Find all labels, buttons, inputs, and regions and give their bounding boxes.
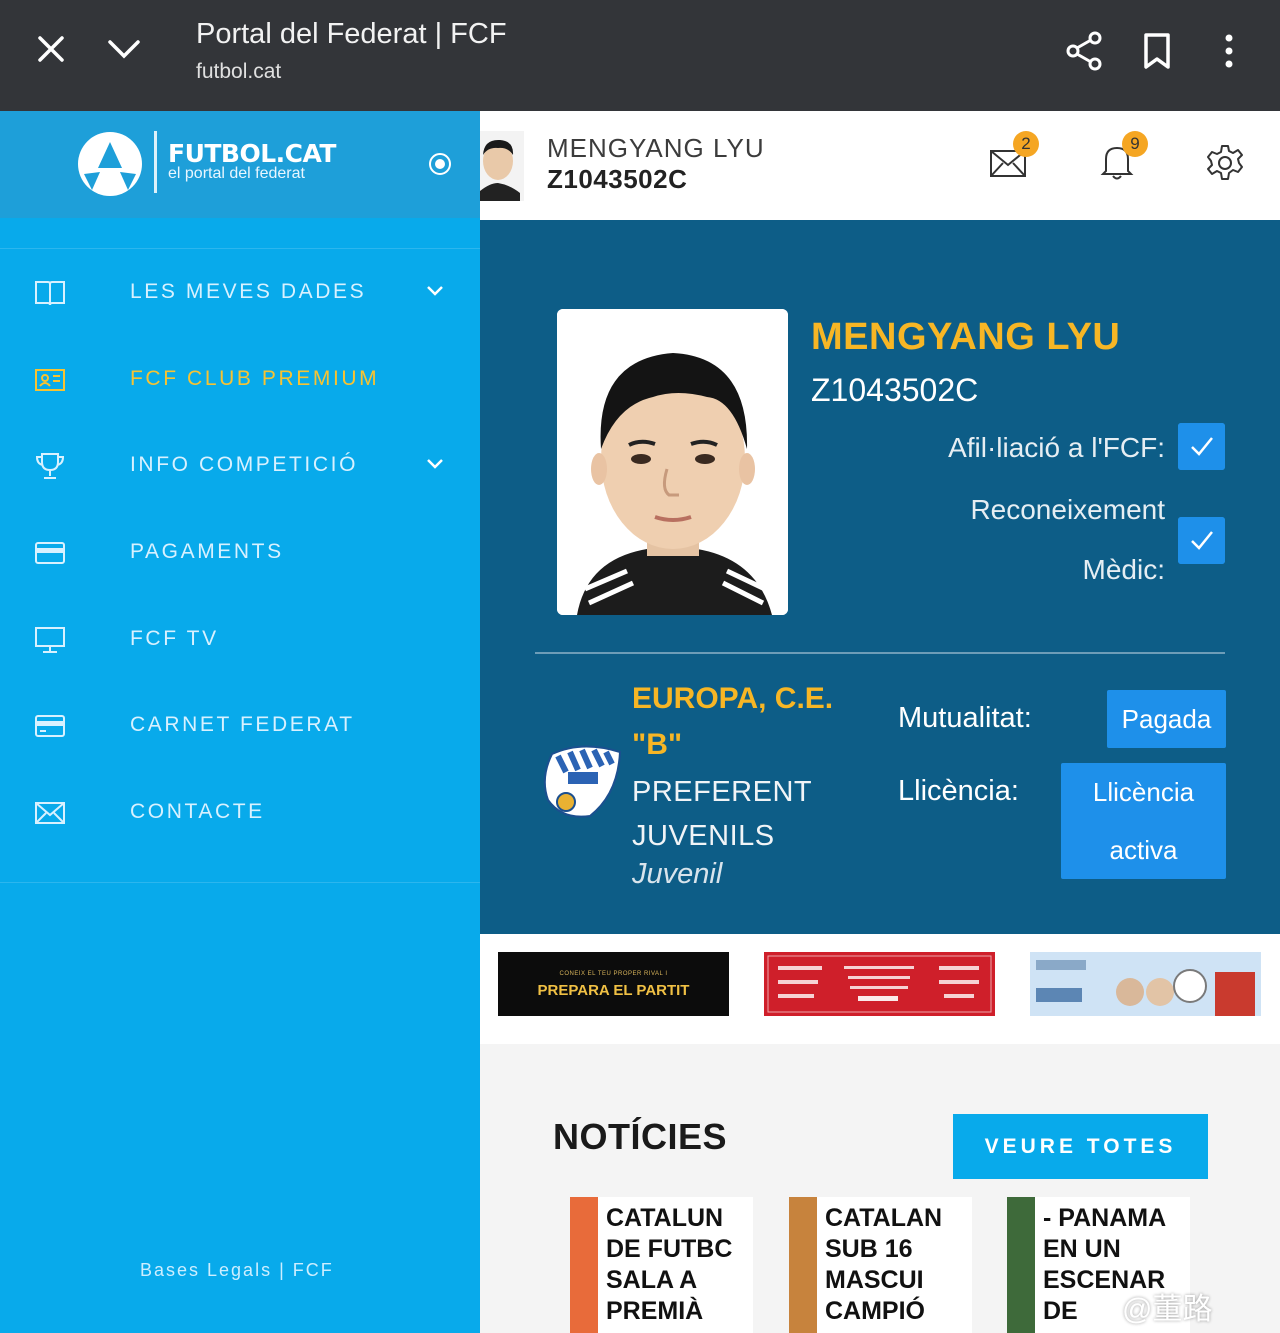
player-photo — [557, 309, 788, 615]
avatar[interactable] — [480, 131, 524, 201]
news-card-line: EN UN — [1043, 1235, 1121, 1263]
category-line2: JUVENILS — [632, 820, 775, 852]
news-card-text: CATALUN DE FUTBC SALA A PREMIÀ — [598, 1197, 753, 1333]
legal-link[interactable]: Bases Legals | FCF — [140, 1260, 334, 1281]
credit-card-icon — [35, 542, 65, 565]
football-logo-icon[interactable] — [78, 132, 142, 196]
bookmark-icon[interactable] — [1140, 30, 1174, 72]
gear-icon[interactable] — [1205, 143, 1245, 183]
category: PREFERENT JUVENILS — [632, 770, 812, 858]
more-menu-icon[interactable] — [1216, 30, 1242, 72]
sidebar-item-contacte[interactable]: CONTACTE — [0, 769, 480, 856]
watermark: @董路 — [1122, 1293, 1213, 1326]
book-icon — [35, 281, 65, 306]
player-id: Z1043502C — [811, 372, 979, 408]
logo-divider — [154, 131, 157, 193]
news-title: NOTÍCIES — [553, 1116, 728, 1157]
chevron-down-icon[interactable] — [104, 34, 144, 66]
sidebar-item-label: LES MEVES DADES — [130, 280, 367, 303]
monitor-icon — [35, 626, 65, 653]
mail-count-badge: 2 — [1013, 131, 1039, 157]
llicencia-status-button[interactable]: Llicència activa — [1061, 763, 1226, 879]
club-name-line2: "B" — [632, 728, 683, 761]
mutualitat-label: Mutualitat: — [898, 702, 1032, 734]
news-card-text: CATALAN SUB 16 MASCUI CAMPIÓ — [817, 1197, 972, 1333]
category-line1: PREFERENT — [632, 776, 813, 808]
brand-bar: FUTBOL.CAT el portal del federat — [0, 111, 480, 218]
news-card-line: DE FUTBC — [606, 1235, 733, 1263]
card-icon — [35, 715, 65, 738]
trophy-icon — [35, 453, 65, 480]
medic-label: Mèdic: — [1082, 554, 1165, 585]
close-icon[interactable] — [32, 30, 70, 68]
news-card-line: CAMPIÓ — [825, 1297, 925, 1325]
sidebar-item-label: FCF TV — [130, 626, 219, 650]
news-card-line: SALA A — [606, 1266, 698, 1294]
target-icon[interactable] — [428, 152, 452, 176]
llicencia-label: Llicència: — [898, 775, 1019, 807]
sidebar-item-label: INFO COMPETICIÓ — [130, 453, 358, 477]
reconeixement-label: Reconeixement — [970, 494, 1165, 525]
mail-icon — [35, 802, 65, 825]
news-card[interactable]: CATALUN DE FUTBC SALA A PREMIÀ — [570, 1197, 753, 1333]
mutualitat-status-button[interactable]: Pagada — [1107, 690, 1226, 748]
chevron-down-icon[interactable] — [426, 458, 444, 470]
card-divider — [535, 652, 1225, 654]
sidebar-item-fcf-club-premium[interactable]: FCF CLUB PREMIUM — [0, 336, 480, 423]
sidebar-item-info-competicio[interactable]: INFO COMPETICIÓ — [0, 422, 480, 509]
chevron-down-icon[interactable] — [426, 285, 444, 297]
afiliacio-label: Afil·liació a l'FCF: — [948, 432, 1165, 463]
sidebar-nav: LES MEVES DADES FCF CLUB PREMIUM INFO CO… — [0, 248, 480, 883]
category-type: Juvenil — [632, 858, 723, 890]
news-card-line: MASCUI — [825, 1266, 924, 1294]
sidebar-item-label: FCF CLUB PREMIUM — [130, 366, 380, 390]
sidebar-item-label: CARNET FEDERAT — [130, 713, 355, 737]
ad-sponsors-banner[interactable] — [764, 952, 995, 1016]
page-title: Portal del Federat | FCF — [196, 18, 507, 50]
logo-subtitle: el portal del federat — [168, 165, 305, 182]
ad-banners: CONEIX EL TEU PROPER RIVAL I PREPARA EL … — [480, 934, 1280, 1044]
afiliacio-check-icon — [1178, 423, 1225, 470]
player-name: MENGYANG LYU — [811, 316, 1121, 358]
see-all-news-button[interactable]: VEURE TOTES — [953, 1114, 1208, 1179]
federat-card: MENGYANG LYU Z1043502C Afil·liació a l'F… — [480, 220, 1280, 934]
sidebar-item-carnet-federat[interactable]: CARNET FEDERAT — [0, 682, 480, 769]
page-url: futbol.cat — [196, 60, 282, 83]
sidebar-item-label: PAGAMENTS — [130, 540, 284, 564]
news-card-line: CATALAN — [825, 1204, 943, 1232]
user-id: Z1043502C — [547, 164, 688, 194]
club-name: EUROPA, C.E. "B" — [632, 676, 833, 768]
news-card[interactable]: CATALAN SUB 16 MASCUI CAMPIÓ — [789, 1197, 972, 1333]
user-header: MENGYANG LYU Z1043502C 2 9 — [480, 111, 1280, 220]
sidebar: FUTBOL.CAT el portal del federat LES MEV… — [0, 111, 480, 1333]
user-name: MENGYANG LYU — [547, 133, 765, 163]
ad-small-text: CONEIX EL TEU PROPER RIVAL I — [559, 971, 668, 977]
logo-title: FUTBOL.CAT — [168, 139, 336, 168]
ad-main-text: PREPARA EL PARTIT — [537, 982, 690, 999]
share-icon[interactable] — [1064, 30, 1104, 72]
sidebar-item-fcf-tv[interactable]: FCF TV — [0, 596, 480, 683]
club-crest-icon — [543, 745, 622, 818]
medic-check-icon — [1178, 517, 1225, 564]
browser-toolbar: Portal del Federat | FCF futbol.cat — [0, 0, 1280, 111]
sidebar-item-label: CONTACTE — [130, 800, 265, 824]
id-card-icon — [35, 368, 65, 391]
llicencia-status-line2: activa — [1109, 835, 1178, 865]
news-card-line: CATALUN — [606, 1204, 724, 1232]
ad-prepara-partit[interactable]: CONEIX EL TEU PROPER RIVAL I PREPARA EL … — [498, 952, 729, 1016]
sidebar-item-pagaments[interactable]: PAGAMENTS — [0, 509, 480, 596]
club-name-line1: EUROPA, C.E. — [632, 682, 834, 715]
llicencia-status-line1: Llicència — [1092, 777, 1195, 807]
news-card-line: PREMIÀ — [606, 1297, 704, 1325]
news-card-line: SUB 16 — [825, 1235, 913, 1263]
sidebar-item-les-meves-dades[interactable]: LES MEVES DADES — [0, 249, 480, 336]
notification-count-badge: 9 — [1122, 131, 1148, 157]
news-card-line: - PANAMA — [1043, 1204, 1167, 1232]
ad-promo-banner[interactable] — [1030, 952, 1261, 1016]
